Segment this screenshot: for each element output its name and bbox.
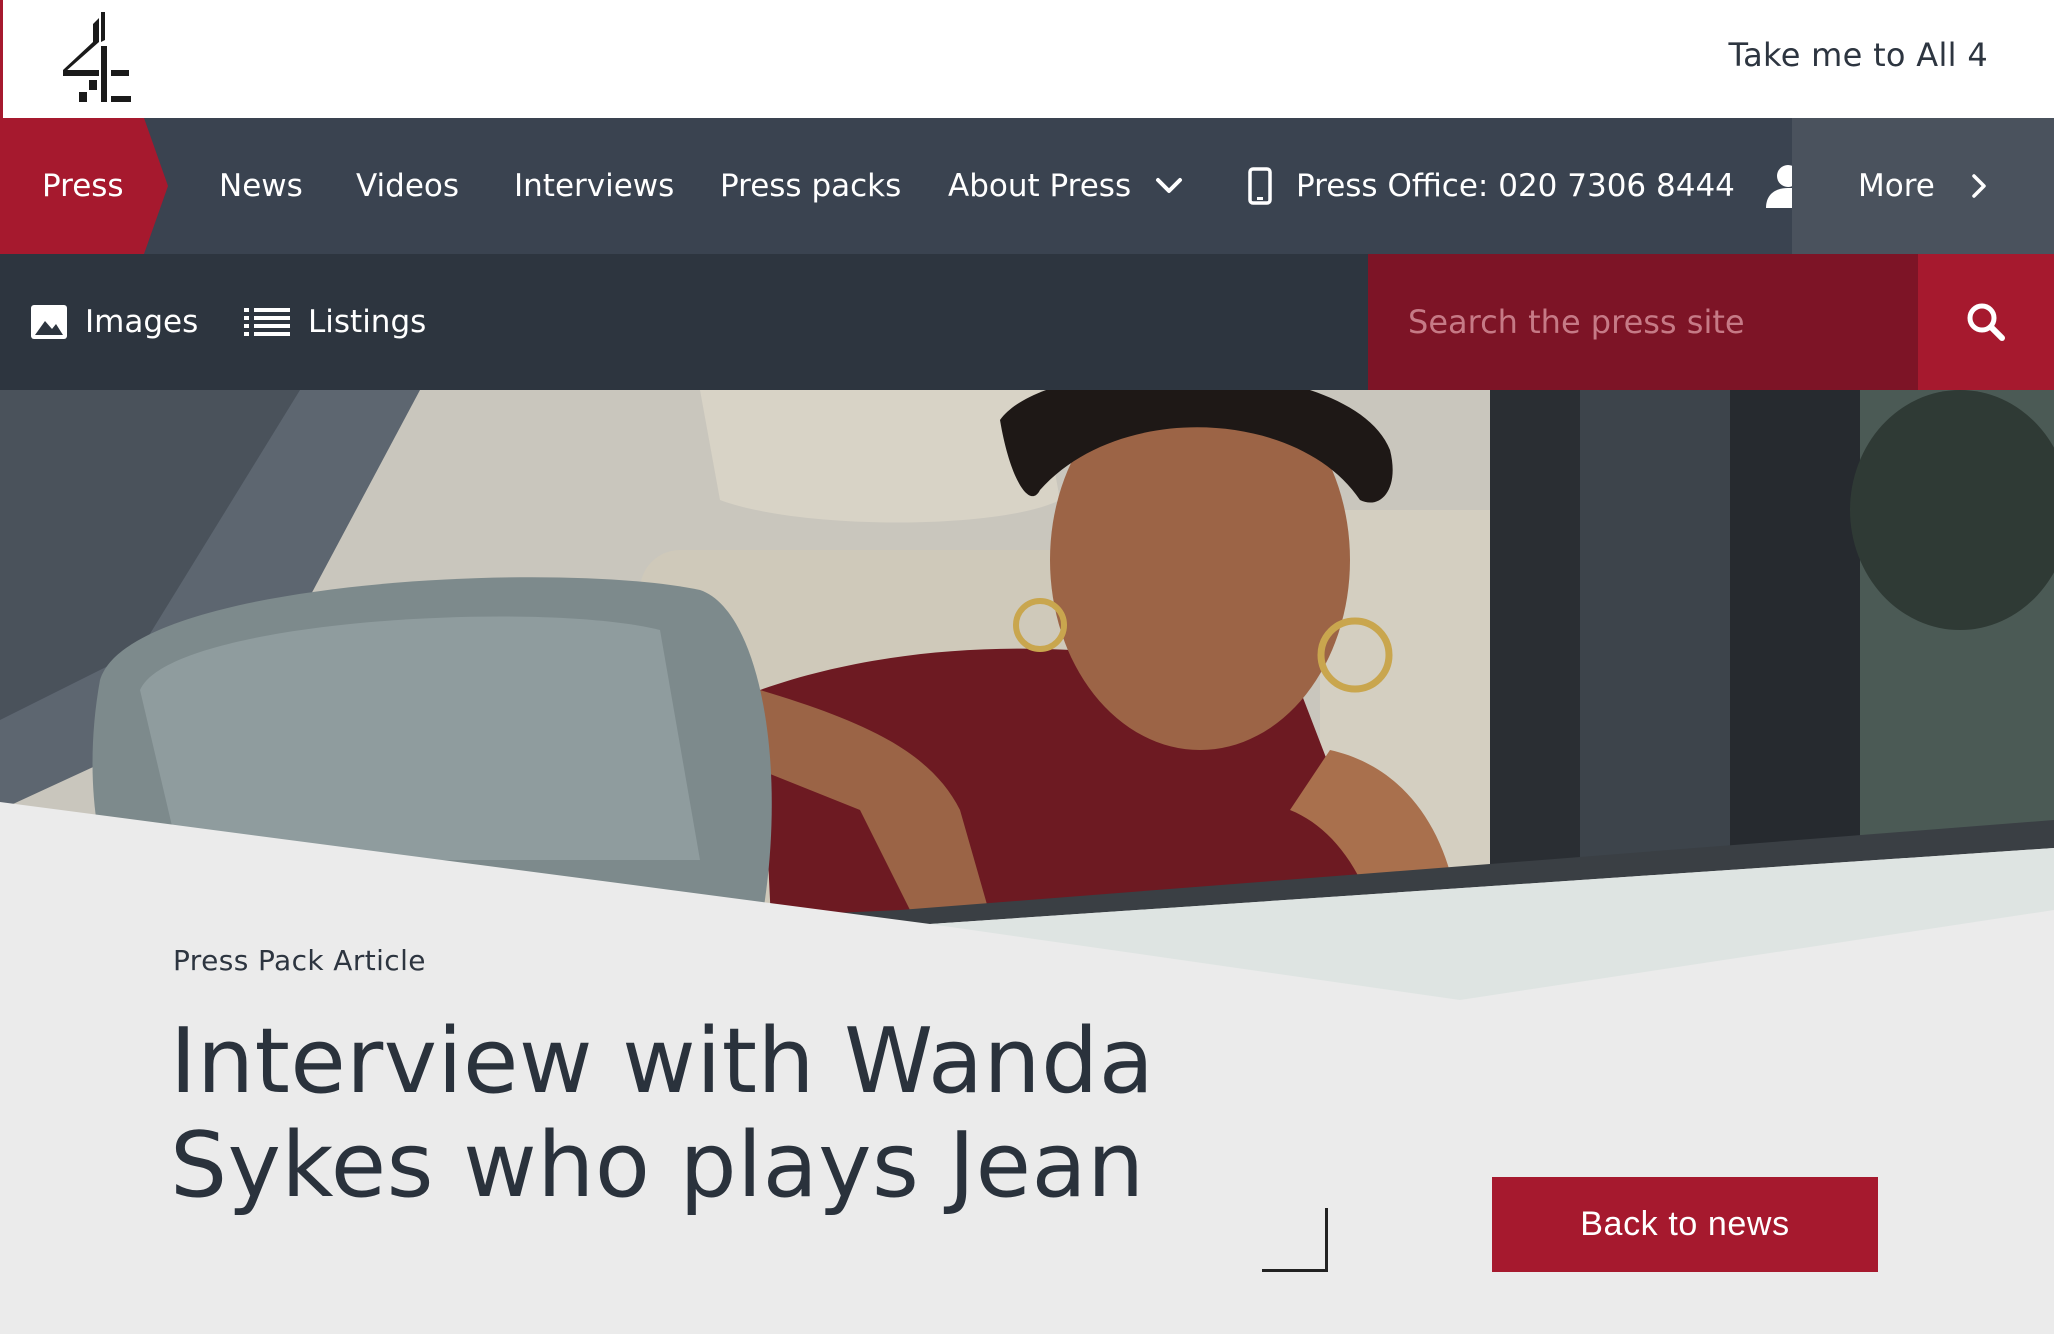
listings-label: Listings (308, 304, 427, 340)
chevron-right-icon (1972, 174, 1986, 198)
channel-4-logo[interactable] (61, 12, 133, 104)
nav-about-press[interactable]: About Press (948, 118, 1183, 254)
decorative-corner (1262, 1208, 1328, 1272)
nav-press-packs[interactable]: Press packs (720, 118, 901, 254)
article-type-label: Press Pack Article (173, 944, 426, 977)
search-icon (1967, 303, 2005, 341)
listings-link[interactable]: Listings (244, 254, 426, 390)
image-icon (31, 305, 67, 339)
press-office-label: Press Office: 020 7306 8444 (1296, 168, 1735, 204)
back-to-news-button[interactable]: Back to news (1492, 1177, 1878, 1272)
nav-news[interactable]: News (219, 118, 303, 254)
nav-videos[interactable]: Videos (356, 118, 459, 254)
more-label: More (1858, 168, 1935, 204)
all4-link[interactable]: Take me to All 4 (1729, 36, 1988, 74)
user-icon[interactable] (1762, 164, 1792, 208)
search-box (1368, 254, 1918, 390)
search-button[interactable] (1918, 254, 2054, 390)
phone-icon (1248, 167, 1272, 205)
list-icon (244, 308, 290, 336)
images-link[interactable]: Images (31, 254, 198, 390)
primary-nav: Press News Videos Interviews Press packs… (0, 118, 2054, 254)
page-title: Interview with Wanda Sykes who plays Jea… (170, 1009, 1155, 1218)
chevron-down-icon (1155, 177, 1182, 193)
images-label: Images (85, 304, 199, 340)
nav-about-press-label: About Press (948, 168, 1132, 204)
site-header: Take me to All 4 (0, 0, 2054, 118)
nav-interviews[interactable]: Interviews (514, 118, 674, 254)
secondary-nav: Images Listings (0, 254, 2054, 390)
search-input[interactable] (1368, 254, 1918, 390)
nav-press-active[interactable]: Press (0, 118, 168, 254)
press-office-phone[interactable]: Press Office: 020 7306 8444 (1248, 118, 1735, 254)
more-button[interactable]: More (1792, 118, 2054, 254)
